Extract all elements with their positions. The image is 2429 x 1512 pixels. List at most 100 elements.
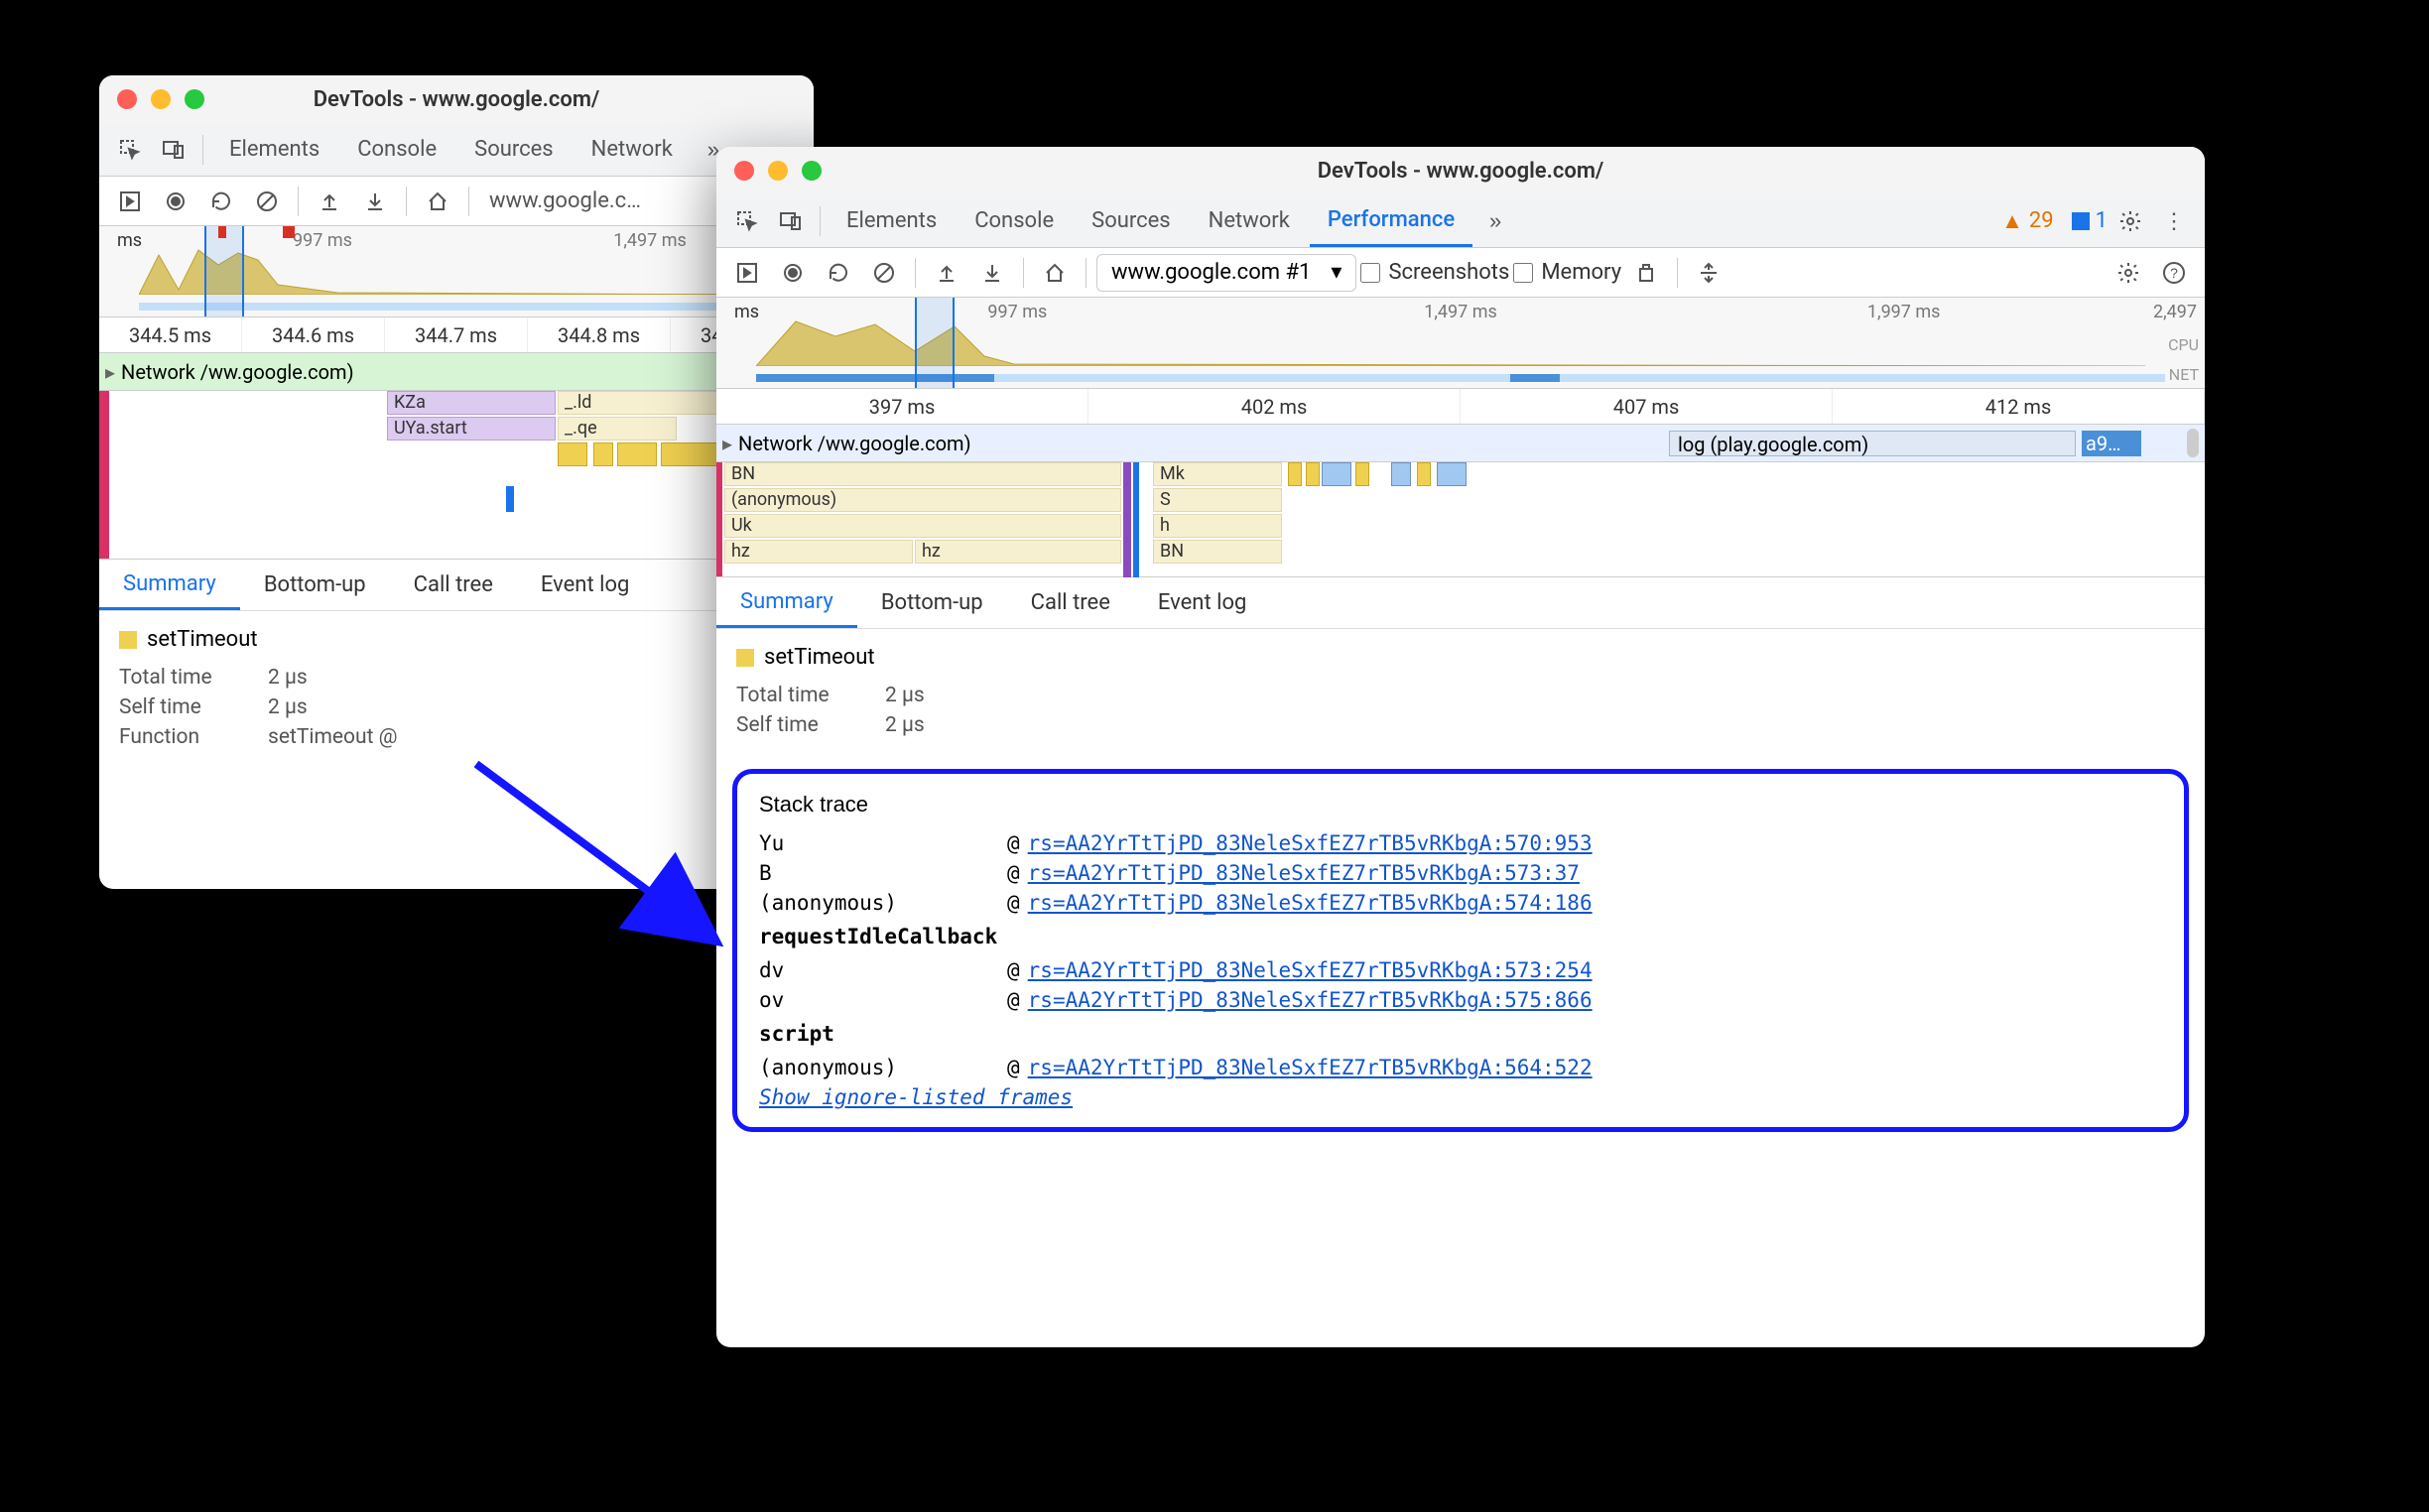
gc-icon[interactable]: [1625, 252, 1667, 294]
maximize-icon[interactable]: [802, 161, 822, 181]
time-ruler[interactable]: 344.5 ms 344.6 ms 344.7 ms 344.8 ms 344.…: [99, 317, 814, 353]
tab-network[interactable]: Network: [574, 123, 691, 176]
tab-event-log[interactable]: Event log: [517, 560, 653, 610]
cpu-chart: [756, 316, 2145, 366]
net-label: NET: [2169, 365, 2199, 384]
flame-frame[interactable]: KZa: [387, 391, 556, 415]
tab-performance[interactable]: Performance: [1310, 194, 1472, 247]
stack-trace-panel: Stack trace Yu@rs=AA2YrTtTjPD_83NeleSxfE…: [732, 769, 2189, 1132]
tab-console[interactable]: Console: [339, 123, 454, 176]
download-icon[interactable]: [971, 252, 1013, 294]
clear-icon[interactable]: [246, 181, 288, 222]
timeline-viewport[interactable]: [915, 298, 955, 388]
selected-function: setTimeout: [736, 645, 2185, 670]
info-badge[interactable]: 1: [2072, 208, 2108, 233]
stack-frame: ov@rs=AA2YrTtTjPD_83NeleSxfEZ7rTB5vRKbgA…: [759, 988, 2162, 1012]
flame-frame[interactable]: BN: [1153, 540, 1282, 564]
overview-timeline[interactable]: ms 997 ms 1,497 ms 1,997 ms 2,497 CPU NE…: [716, 298, 2205, 389]
flame-frame[interactable]: h: [1153, 514, 1282, 538]
flame-frame[interactable]: Mk: [1153, 462, 1282, 486]
network-lane[interactable]: ▸ Network /ww.google.com) log (play.goog…: [716, 425, 2205, 462]
source-link[interactable]: rs=AA2YrTtTjPD_83NeleSxfEZ7rTB5vRKbgA:57…: [1028, 958, 1593, 982]
flame-frame[interactable]: BN: [724, 462, 1121, 486]
tab-sources[interactable]: Sources: [1074, 194, 1189, 247]
close-icon[interactable]: [734, 161, 754, 181]
source-link[interactable]: rs=AA2YrTtTjPD_83NeleSxfEZ7rTB5vRKbgA:57…: [1028, 988, 1593, 1012]
collapse-icon[interactable]: [1688, 252, 1729, 294]
tab-call-tree[interactable]: Call tree: [1007, 577, 1134, 628]
help-icon[interactable]: ?: [2153, 252, 2195, 294]
network-bar[interactable]: a9…: [2082, 431, 2141, 456]
panel-toggle-icon[interactable]: [109, 181, 151, 222]
perf-toolbar: www.google.com #1 ▾ Screenshots Memory ?: [716, 248, 2205, 298]
clear-icon[interactable]: [863, 252, 905, 294]
tab-call-tree[interactable]: Call tree: [390, 560, 517, 610]
home-icon[interactable]: [1034, 252, 1076, 294]
maximize-icon[interactable]: [185, 89, 204, 109]
timeline-viewport[interactable]: [204, 226, 244, 316]
flame-frame[interactable]: (anonymous): [724, 488, 1121, 512]
more-icon[interactable]: ⋮: [2153, 200, 2195, 242]
close-icon[interactable]: [117, 89, 137, 109]
flame-frame[interactable]: UYa.start: [387, 417, 556, 441]
flame-frame[interactable]: hz: [724, 540, 913, 564]
tab-network[interactable]: Network: [1191, 194, 1308, 247]
record-icon[interactable]: [155, 181, 196, 222]
flame-frame[interactable]: hz: [915, 540, 1121, 564]
tab-bottom-up[interactable]: Bottom-up: [857, 577, 1007, 628]
download-icon[interactable]: [354, 181, 396, 222]
tab-bottom-up[interactable]: Bottom-up: [240, 560, 390, 610]
stack-frame: (anonymous)@rs=AA2YrTtTjPD_83NeleSxfEZ7r…: [759, 1056, 2162, 1079]
warnings-badge[interactable]: ▲ 29: [2001, 208, 2054, 234]
detail-tabs: Summary Bottom-up Call tree Event log: [716, 577, 2205, 629]
inspect-icon[interactable]: [726, 200, 768, 242]
recording-selector[interactable]: www.google.com #1 ▾: [1096, 254, 1356, 292]
source-link[interactable]: rs=AA2YrTtTjPD_83NeleSxfEZ7rTB5vRKbgA:57…: [1028, 891, 1593, 915]
record-icon[interactable]: [772, 252, 814, 294]
time-ruler[interactable]: 397 ms 402 ms 407 ms 412 ms: [716, 389, 2205, 425]
panel-toggle-icon[interactable]: [726, 252, 768, 294]
device-icon[interactable]: [153, 129, 194, 171]
upload-icon[interactable]: [309, 181, 350, 222]
window-title: DevTools - www.google.com/: [716, 159, 2205, 184]
play-icon: ▸: [722, 432, 732, 455]
devtools-window-front: DevTools - www.google.com/ Elements Cons…: [716, 147, 2205, 1347]
svg-text:?: ?: [2170, 265, 2178, 281]
source-link[interactable]: rs=AA2YrTtTjPD_83NeleSxfEZ7rTB5vRKbgA:56…: [1028, 1056, 1593, 1079]
overflow-icon[interactable]: »: [1474, 200, 1516, 242]
flame-chart[interactable]: KZa _.ld UYa.start _.qe: [99, 391, 814, 560]
minimize-icon[interactable]: [151, 89, 171, 109]
tab-elements[interactable]: Elements: [211, 123, 337, 176]
flame-chart[interactable]: BN (anonymous) Uk hz hz Mk S h BN: [716, 462, 2205, 577]
chevron-down-icon: ▾: [1331, 260, 1342, 285]
device-icon[interactable]: [770, 200, 812, 242]
tab-console[interactable]: Console: [957, 194, 1072, 247]
window-controls: [734, 161, 822, 181]
source-link[interactable]: rs=AA2YrTtTjPD_83NeleSxfEZ7rTB5vRKbgA:57…: [1028, 831, 1593, 855]
flame-frame[interactable]: S: [1153, 488, 1282, 512]
tab-sources[interactable]: Sources: [456, 123, 572, 176]
settings-icon[interactable]: [2109, 200, 2151, 242]
source-link[interactable]: rs=AA2YrTtTjPD_83NeleSxfEZ7rTB5vRKbgA:57…: [1028, 861, 1580, 885]
reload-icon[interactable]: [818, 252, 859, 294]
memory-checkbox[interactable]: Memory: [1513, 260, 1621, 285]
reload-icon[interactable]: [200, 181, 242, 222]
tab-event-log[interactable]: Event log: [1134, 577, 1270, 628]
overview-timeline[interactable]: ms 997 ms 1,497 ms: [99, 226, 814, 317]
settings-icon[interactable]: [2108, 252, 2149, 294]
flame-frame[interactable]: Uk: [724, 514, 1121, 538]
minimize-icon[interactable]: [768, 161, 788, 181]
tab-elements[interactable]: Elements: [829, 194, 955, 247]
url-text: www.google.c…: [479, 189, 651, 213]
upload-icon[interactable]: [926, 252, 967, 294]
inspect-icon[interactable]: [109, 129, 151, 171]
tab-summary[interactable]: Summary: [716, 577, 857, 628]
network-lane[interactable]: ▸ Network /ww.google.com): [99, 353, 814, 391]
tab-summary[interactable]: Summary: [99, 560, 240, 610]
flame-frame[interactable]: _.qe: [558, 417, 677, 441]
scrollbar[interactable]: [2187, 429, 2199, 457]
screenshots-checkbox[interactable]: Screenshots: [1360, 260, 1509, 285]
home-icon[interactable]: [417, 181, 458, 222]
network-bar[interactable]: log (play.google.com): [1669, 431, 2076, 456]
show-ignored-frames-link[interactable]: Show ignore-listed frames: [759, 1085, 1073, 1109]
